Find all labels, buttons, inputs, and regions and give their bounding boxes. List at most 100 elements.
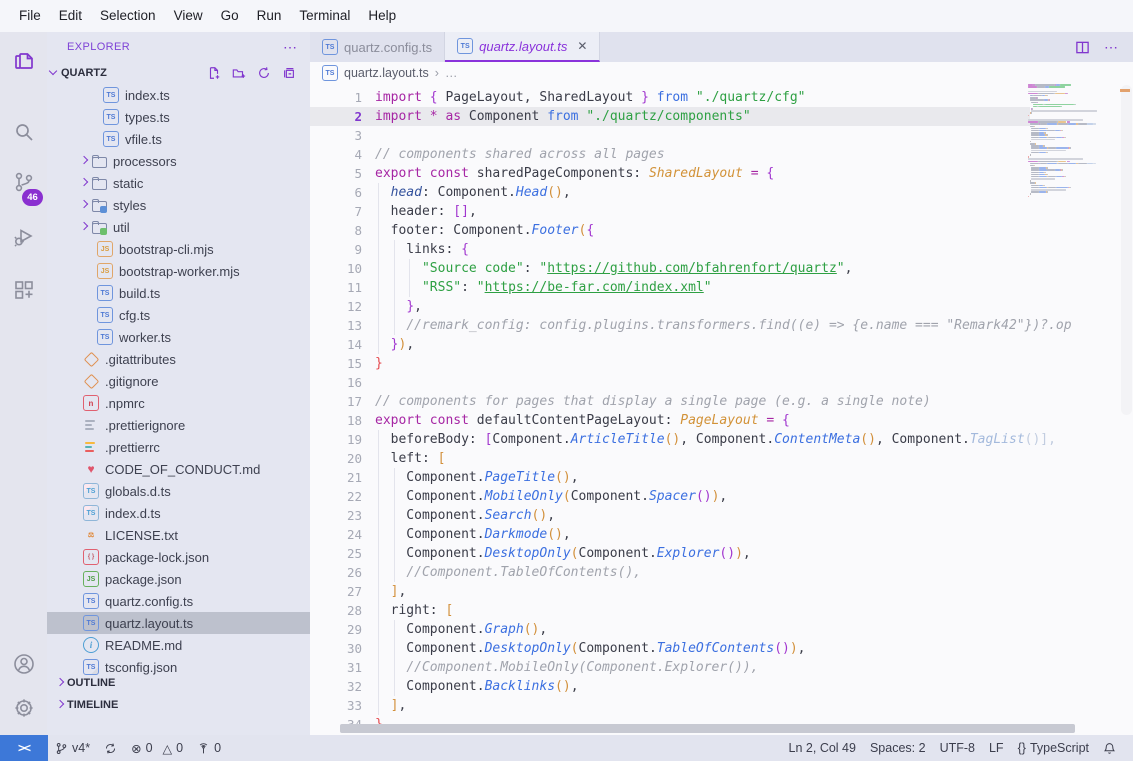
cursor-position[interactable]: Ln 2, Col 49 (782, 741, 863, 755)
line-number[interactable]: 7 (310, 202, 362, 221)
menu-item-run[interactable]: Run (248, 0, 291, 32)
code-line-28[interactable]: 28 right: [ (310, 601, 1133, 620)
line-number[interactable]: 28 (310, 601, 362, 620)
tree-item-package-lock-json[interactable]: { }package-lock.json (47, 546, 310, 568)
menu-item-go[interactable]: Go (212, 0, 248, 32)
settings-gear-icon[interactable] (0, 688, 47, 728)
tree-item-processors[interactable]: processors (47, 150, 310, 172)
code-line-30[interactable]: 30 Component.DesktopOnly(Component.Table… (310, 639, 1133, 658)
code-line-22[interactable]: 22 Component.MobileOnly(Component.Spacer… (310, 487, 1133, 506)
code-line-23[interactable]: 23 Component.Search(), (310, 506, 1133, 525)
encoding[interactable]: UTF-8 (933, 741, 982, 755)
line-number[interactable]: 18 (310, 411, 362, 430)
minimap[interactable] (1028, 84, 1106, 724)
tab-quartz-layout-ts[interactable]: TSquartz.layout.ts✕ (445, 32, 600, 62)
code-line-7[interactable]: 7 header: [], (310, 202, 1133, 221)
tree-item--prettierignore[interactable]: .prettierignore (47, 414, 310, 436)
line-number[interactable]: 16 (310, 373, 362, 392)
line-number[interactable]: 24 (310, 525, 362, 544)
code-line-15[interactable]: 15} (310, 354, 1133, 373)
new-folder-icon[interactable] (232, 66, 246, 80)
sync-item[interactable] (97, 735, 124, 761)
tree-item-vfile-ts[interactable]: TSvfile.ts (47, 128, 310, 150)
run-debug-icon[interactable] (0, 217, 47, 257)
menu-item-help[interactable]: Help (359, 0, 405, 32)
line-number[interactable]: 5 (310, 164, 362, 183)
explorer-icon[interactable] (0, 40, 47, 80)
tree-item-index-ts[interactable]: TSindex.ts (47, 84, 310, 106)
tree-item-cfg-ts[interactable]: TScfg.ts (47, 304, 310, 326)
line-number[interactable]: 8 (310, 221, 362, 240)
close-icon[interactable]: ✕ (577, 39, 587, 53)
line-number[interactable]: 13 (310, 316, 362, 335)
collapse-all-icon[interactable] (282, 66, 296, 80)
search-icon[interactable] (0, 112, 47, 152)
line-number[interactable]: 20 (310, 449, 362, 468)
code-line-31[interactable]: 31 //Component.MobileOnly(Component.Expl… (310, 658, 1133, 677)
line-number[interactable]: 4 (310, 145, 362, 164)
code-line-18[interactable]: 18export const defaultContentPageLayout:… (310, 411, 1133, 430)
indentation[interactable]: Spaces: 2 (863, 741, 933, 755)
code-line-6[interactable]: 6 head: Component.Head(), (310, 183, 1133, 202)
tree-item-quartz-config-ts[interactable]: TSquartz.config.ts (47, 590, 310, 612)
line-number[interactable]: 1 (310, 88, 362, 107)
refresh-icon[interactable] (257, 66, 271, 80)
tree-item-readme-md[interactable]: iREADME.md (47, 634, 310, 656)
line-number[interactable]: 9 (310, 240, 362, 259)
breadcrumb-file[interactable]: quartz.layout.ts (344, 66, 429, 80)
tab-quartz-config-ts[interactable]: TSquartz.config.ts (310, 32, 445, 62)
code-line-3[interactable]: 3 (310, 126, 1133, 145)
tree-item-index-d-ts[interactable]: TSindex.d.ts (47, 502, 310, 524)
code-line-16[interactable]: 16 (310, 373, 1133, 392)
tree-item-build-ts[interactable]: TSbuild.ts (47, 282, 310, 304)
code-line-8[interactable]: 8 footer: Component.Footer({ (310, 221, 1133, 240)
code-line-14[interactable]: 14 }), (310, 335, 1133, 354)
menu-item-terminal[interactable]: Terminal (290, 0, 359, 32)
menu-item-edit[interactable]: Edit (50, 0, 91, 32)
line-number[interactable]: 19 (310, 430, 362, 449)
code-line-9[interactable]: 9 links: { (310, 240, 1133, 259)
line-number[interactable]: 21 (310, 468, 362, 487)
line-number[interactable]: 33 (310, 696, 362, 715)
code-line-32[interactable]: 32 Component.Backlinks(), (310, 677, 1133, 696)
code-line-4[interactable]: 4// components shared across all pages (310, 145, 1133, 164)
menu-item-selection[interactable]: Selection (91, 0, 165, 32)
tree-item--prettierrc[interactable]: .prettierrc (47, 436, 310, 458)
line-number[interactable]: 10 (310, 259, 362, 278)
new-file-icon[interactable] (207, 66, 221, 80)
panel-timeline[interactable]: TIMELINE (47, 694, 310, 716)
code-line-17[interactable]: 17// components for pages that display a… (310, 392, 1133, 411)
code-line-27[interactable]: 27 ], (310, 582, 1133, 601)
extensions-icon[interactable] (0, 270, 47, 310)
menu-item-file[interactable]: File (10, 0, 50, 32)
code-line-21[interactable]: 21 Component.PageTitle(), (310, 468, 1133, 487)
code-line-25[interactable]: 25 Component.DesktopOnly(Component.Explo… (310, 544, 1133, 563)
line-number[interactable]: 31 (310, 658, 362, 677)
explorer-more-icon[interactable]: ⋯ (283, 39, 298, 56)
notifications-bell-icon[interactable] (1096, 742, 1123, 755)
panel-outline[interactable]: OUTLINE (47, 672, 310, 694)
tree-item-types-ts[interactable]: TStypes.ts (47, 106, 310, 128)
code-editor[interactable]: 1import { PageLayout, SharedLayout } fro… (310, 84, 1133, 735)
line-number[interactable]: 3 (310, 126, 362, 145)
remote-indicator[interactable]: >< (0, 735, 48, 761)
line-number[interactable]: 15 (310, 354, 362, 373)
tree-item-license-txt[interactable]: ⚖LICENSE.txt (47, 524, 310, 546)
account-icon[interactable] (0, 644, 47, 684)
code-line-29[interactable]: 29 Component.Graph(), (310, 620, 1133, 639)
tree-item-globals-d-ts[interactable]: TSglobals.d.ts (47, 480, 310, 502)
line-number[interactable]: 17 (310, 392, 362, 411)
more-actions-icon[interactable]: ⋯ (1104, 39, 1119, 56)
code-line-2[interactable]: 2import * as Component from "./quartz/co… (310, 107, 1133, 126)
code-line-11[interactable]: 11 "RSS": "https://be-far.com/index.xml" (310, 278, 1133, 297)
line-number[interactable]: 25 (310, 544, 362, 563)
git-branch-item[interactable]: v4* (48, 735, 97, 761)
code-line-12[interactable]: 12 }, (310, 297, 1133, 316)
ports-item[interactable]: 0 (190, 735, 228, 761)
split-editor-icon[interactable] (1075, 40, 1090, 55)
eol[interactable]: LF (982, 741, 1011, 755)
tree-item-code-of-conduct-md[interactable]: ♥CODE_OF_CONDUCT.md (47, 458, 310, 480)
line-number[interactable]: 14 (310, 335, 362, 354)
tree-item--gitattributes[interactable]: .gitattributes (47, 348, 310, 370)
horizontal-scrollbar[interactable] (340, 724, 1075, 733)
